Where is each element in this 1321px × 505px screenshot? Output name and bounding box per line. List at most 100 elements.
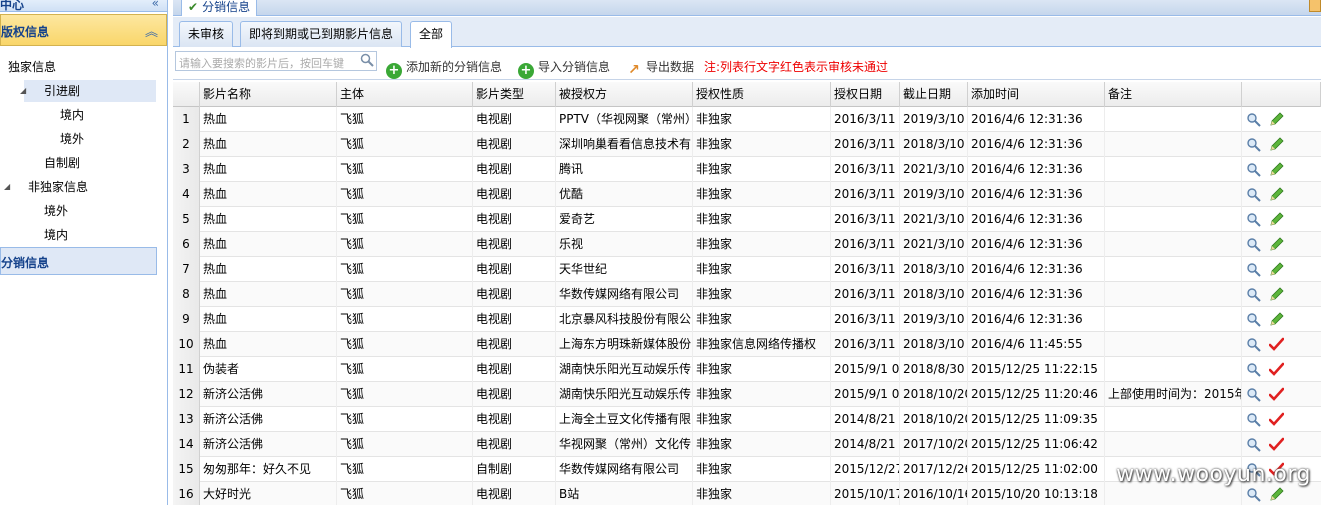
tree-item[interactable]: 自制剧 — [0, 152, 160, 174]
table-row[interactable]: 3热血飞狐电视剧腾讯非独家2016/3/11 02021/3/10 02016/… — [173, 157, 1321, 182]
view-icon[interactable] — [1246, 412, 1261, 427]
table-row[interactable]: 9 热血 飞狐 电视剧 北京暴风科技股份有限公 非独家 2016/3/11 0 2019/3/… — [173, 307, 1321, 332]
table-row[interactable]: 2 热血 飞狐 电视剧 深圳响巢看看信息技术有 非独家 2016/3/11 0 2018/3/… — [173, 132, 1321, 157]
panel2-title: 分销信息 — [1, 256, 50, 270]
edit-pencil-icon[interactable] — [1269, 287, 1284, 302]
watermark: www.wooyun.org — [1116, 462, 1311, 487]
column-header[interactable]: 备注 — [1105, 82, 1242, 107]
edit-pencil-icon[interactable] — [1269, 487, 1284, 502]
export-data-button[interactable]: ↗ 导出数据 — [626, 58, 694, 78]
table-row[interactable]: 5热血飞狐电视剧爱奇艺非独家2016/3/11 02021/3/10 02016… — [173, 207, 1321, 232]
edit-pencil-icon[interactable] — [1269, 187, 1284, 202]
tree-item[interactable]: ◢ 引进剧 — [20, 80, 156, 102]
approve-check-icon[interactable] — [1268, 387, 1285, 402]
column-header[interactable]: 被授权方 — [556, 82, 693, 107]
expand-arrow-icon[interactable]: ◢ — [4, 176, 10, 198]
view-icon[interactable] — [1246, 287, 1261, 302]
main-tab-bar: ✔ 分销信息 — [173, 0, 1321, 16]
cell-name: 大好时光 — [200, 482, 337, 505]
edit-pencil-icon[interactable] — [1269, 137, 1284, 152]
import-distribution-label: 导入分销信息 — [538, 60, 611, 74]
collapse-icon[interactable]: « — [152, 0, 159, 10]
table-row[interactable]: 8 热血 飞狐 电视剧 华数传媒网络有限公司 非独家 2016/3/11 0 2018/3/1… — [173, 282, 1321, 307]
view-icon[interactable] — [1246, 212, 1261, 227]
cell-end: 2021/3/10 0 — [900, 207, 968, 232]
cell-added: 2016/4/6 12:31:36 — [968, 282, 1105, 307]
view-icon[interactable] — [1246, 137, 1261, 152]
view-icon[interactable] — [1246, 162, 1261, 177]
column-header[interactable]: 授权性质 — [693, 82, 831, 107]
column-header[interactable]: 截止日期 — [900, 82, 968, 107]
view-icon[interactable] — [1246, 187, 1261, 202]
edit-pencil-icon[interactable] — [1269, 312, 1284, 327]
table-row[interactable]: 12 新济公活佛 飞狐 电视剧 湖南快乐阳光互动娱乐传 非独家 2015/9/1 0: 201… — [173, 382, 1321, 407]
tree-item[interactable]: 境外 — [0, 200, 160, 222]
view-icon[interactable] — [1246, 437, 1261, 452]
column-header[interactable]: 影片类型 — [473, 82, 556, 107]
column-header[interactable] — [1242, 82, 1321, 107]
home-icon[interactable] — [1309, 0, 1321, 12]
column-header[interactable]: 影片名称 — [200, 82, 337, 107]
edit-pencil-icon[interactable] — [1269, 212, 1284, 227]
tree-item[interactable]: ◢独家信息 — [0, 56, 160, 78]
cell-end: 2019/3/10 0 — [900, 107, 968, 132]
row-actions — [1242, 357, 1321, 382]
cell-nature: 非独家信息网络传播权 — [693, 332, 831, 357]
view-icon[interactable] — [1246, 387, 1261, 402]
view-icon[interactable] — [1246, 262, 1261, 277]
view-icon[interactable] — [1246, 362, 1261, 377]
cell-licensee: 华数传媒网络有限公司 — [556, 457, 693, 482]
cell-start: 2016/3/11 0 — [831, 282, 900, 307]
tab-unreviewed[interactable]: 未审核 — [179, 21, 234, 47]
approve-check-icon[interactable] — [1268, 362, 1285, 377]
cell-subject: 飞狐 — [337, 457, 473, 482]
edit-pencil-icon[interactable] — [1269, 262, 1284, 277]
column-header[interactable]: 添加时间 — [968, 82, 1105, 107]
cell-licensee: 爱奇艺 — [556, 207, 693, 232]
search-icon[interactable] — [360, 53, 374, 67]
tree-item[interactable]: 境内 — [0, 104, 160, 126]
tree-item[interactable]: 境内 — [0, 224, 160, 246]
cell-n: 7 — [173, 257, 200, 282]
table-row[interactable]: 6热血飞狐电视剧乐视非独家2016/3/11 02021/3/10 02016/… — [173, 232, 1321, 257]
table-row[interactable]: 7热血飞狐电视剧天华世纪非独家2016/3/11 02018/3/10 0201… — [173, 257, 1321, 282]
cell-start: 2014/8/21 — [831, 432, 900, 457]
sidebar: 中心 « 版权信息 ︽ ◢独家信息◢引进剧境内境外自制剧◢非独家信息境外境内 分… — [0, 0, 168, 505]
tab-all[interactable]: 全部 — [410, 21, 453, 48]
cell-type: 电视剧 — [473, 382, 556, 407]
tree-item[interactable]: 境外 — [0, 128, 160, 150]
tab-expiring[interactable]: 即将到期或已到期影片信息 — [240, 21, 403, 47]
view-icon[interactable] — [1246, 312, 1261, 327]
column-header[interactable]: 主体 — [337, 82, 473, 107]
edit-pencil-icon[interactable] — [1269, 162, 1284, 177]
table-row[interactable]: 14 新济公活佛 飞狐 电视剧 华视网聚（常州）文化传 非独家 2014/8/21 2017/… — [173, 432, 1321, 457]
table-row[interactable]: 4热血飞狐电视剧优酷非独家2016/3/11 02019/3/10 02016/… — [173, 182, 1321, 207]
tab-distribution[interactable]: ✔ 分销信息 — [181, 0, 258, 16]
view-icon[interactable] — [1246, 237, 1261, 252]
edit-pencil-icon[interactable] — [1269, 237, 1284, 252]
panel-header-distribution[interactable]: 分销信息 — [0, 247, 157, 275]
approve-check-icon[interactable] — [1268, 437, 1285, 452]
table-row[interactable]: 13 新济公活佛 飞狐 电视剧 上海全土豆文化传播有限 非独家 2014/8/21 2018/… — [173, 407, 1321, 432]
table-row[interactable]: 11 伪装者 飞狐 电视剧 湖南快乐阳光互动娱乐传 非独家 2015/9/1 0: 2018/… — [173, 357, 1321, 382]
row-actions — [1242, 232, 1321, 257]
approve-check-icon[interactable] — [1268, 412, 1285, 427]
tree-item-label: 境外 — [60, 132, 85, 146]
search-input[interactable]: 请输入要搜索的影片后，按回车键 — [175, 51, 377, 71]
edit-pencil-icon[interactable] — [1269, 112, 1284, 127]
chevron-up-icon[interactable]: ︽ — [145, 21, 158, 40]
add-distribution-button[interactable]: + 添加新的分销信息 — [386, 58, 502, 79]
cell-type: 电视剧 — [473, 257, 556, 282]
view-icon[interactable] — [1246, 112, 1261, 127]
column-header[interactable]: 授权日期 — [831, 82, 900, 107]
tree-item[interactable]: ◢ 非独家信息 — [0, 176, 160, 198]
view-icon[interactable] — [1246, 487, 1261, 502]
approve-check-icon[interactable] — [1268, 337, 1285, 352]
column-header[interactable] — [173, 82, 200, 107]
expand-arrow-icon[interactable]: ◢ — [20, 80, 26, 102]
panel-header-copyright[interactable]: 版权信息 ︽ — [0, 14, 167, 46]
view-icon[interactable] — [1246, 337, 1261, 352]
table-row[interactable]: 1 热血 飞狐 电视剧 PPTV（华视网聚（常州） 非独家 2016/3/11 0 2019/… — [173, 107, 1321, 132]
import-distribution-button[interactable]: + 导入分销信息 — [518, 58, 611, 79]
table-row[interactable]: 10 热血 飞狐 电视剧 上海东方明珠新媒体股份 非独家信息网络传播权 2016/3/11 … — [173, 332, 1321, 357]
